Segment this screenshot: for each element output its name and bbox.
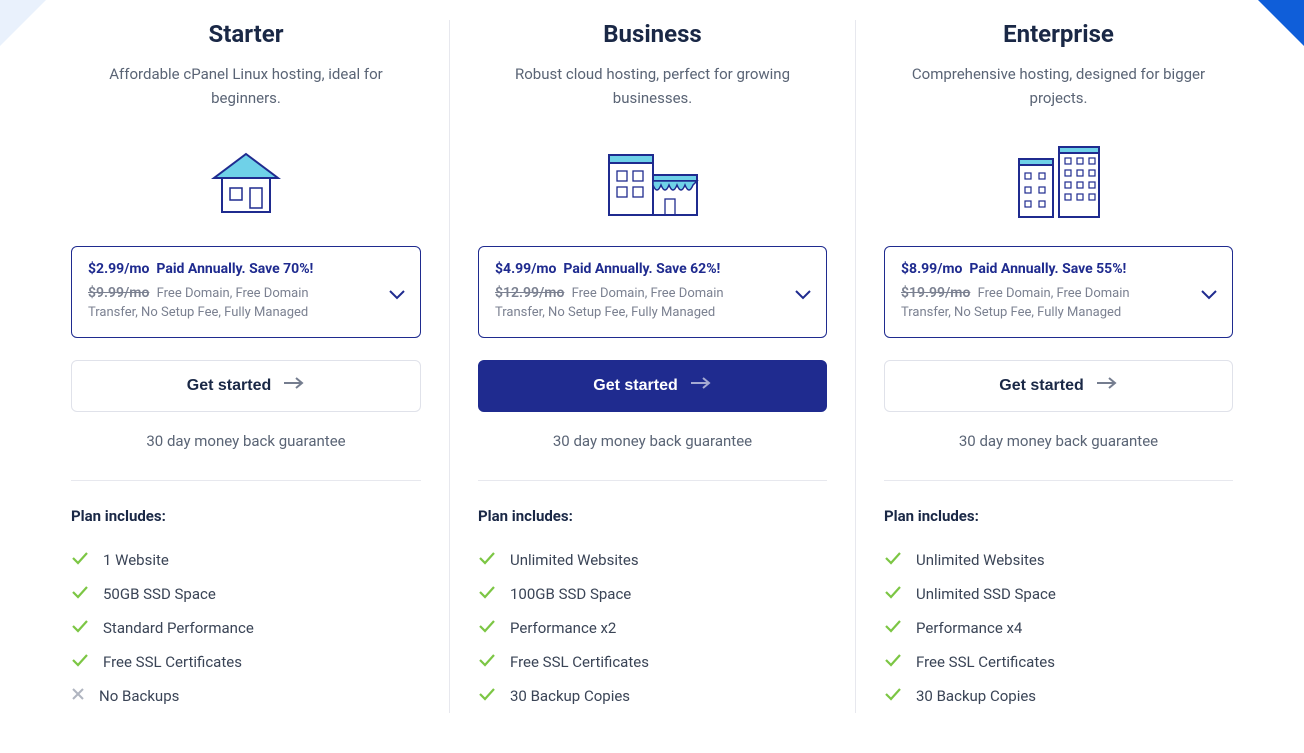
- cross-icon: [71, 687, 85, 705]
- old-price: $19.99/mo: [901, 285, 970, 301]
- feature-item: Standard Performance: [71, 611, 421, 645]
- check-icon: [884, 619, 902, 637]
- cta-label: Get started: [187, 377, 271, 395]
- price-value: $2.99/mo: [88, 261, 149, 277]
- old-price: $9.99/mo: [88, 285, 149, 301]
- feature-item: No Backups: [71, 679, 421, 713]
- feature-list: Unlimited Websites Unlimited SSD Space Per…: [884, 543, 1233, 713]
- price-selector[interactable]: $8.99/mo Paid Annually. Save 55%! $19.99/…: [884, 246, 1233, 338]
- feature-text: Performance x4: [916, 619, 1022, 637]
- includes-title: Plan includes:: [71, 507, 166, 525]
- feature-text: Standard Performance: [103, 619, 254, 637]
- check-icon: [478, 619, 496, 637]
- chevron-down-icon: [388, 285, 406, 304]
- plan-tagline: Robust cloud hosting, perfect for growin…: [488, 62, 818, 114]
- feature-item: Unlimited Websites: [884, 543, 1233, 577]
- plan-title: Starter: [209, 20, 284, 48]
- billing-label: Paid Annually. Save 55%!: [969, 261, 1126, 277]
- feature-item: Unlimited SSD Space: [884, 577, 1233, 611]
- get-started-button[interactable]: Get started: [478, 360, 827, 412]
- includes-title: Plan includes:: [478, 507, 573, 525]
- plan-illustration: [999, 138, 1119, 228]
- feature-text: No Backups: [99, 687, 179, 705]
- feature-text: 30 Backup Copies: [916, 687, 1036, 705]
- plan-title: Enterprise: [1003, 20, 1114, 48]
- includes-title: Plan includes:: [884, 507, 979, 525]
- plan-starter: Starter Affordable cPanel Linux hosting, …: [43, 20, 449, 713]
- plan-business: Business Robust cloud hosting, perfect fo…: [449, 20, 855, 713]
- check-icon: [884, 653, 902, 671]
- plan-illustration: [593, 138, 713, 228]
- feature-item: Unlimited Websites: [478, 543, 827, 577]
- feature-text: 1 Website: [103, 551, 169, 569]
- plan-tagline: Affordable cPanel Linux hosting, ideal f…: [81, 62, 411, 114]
- old-price: $12.99/mo: [495, 285, 564, 301]
- feature-text: Free SSL Certificates: [916, 653, 1055, 671]
- check-icon: [884, 551, 902, 569]
- check-icon: [71, 619, 89, 637]
- check-icon: [71, 585, 89, 603]
- chevron-down-icon: [1200, 285, 1218, 304]
- feature-item: 30 Backup Copies: [884, 679, 1233, 713]
- check-icon: [884, 687, 902, 705]
- feature-text: Free SSL Certificates: [510, 653, 649, 671]
- feature-text: 100GB SSD Space: [510, 585, 631, 603]
- plan-tagline: Comprehensive hosting, designed for bigg…: [894, 62, 1224, 114]
- guarantee-text: 30 day money back guarantee: [959, 432, 1158, 450]
- feature-item: Free SSL Certificates: [71, 645, 421, 679]
- check-icon: [71, 653, 89, 671]
- price-selector[interactable]: $2.99/mo Paid Annually. Save 70%! $9.99/m…: [71, 246, 421, 338]
- get-started-button[interactable]: Get started: [884, 360, 1233, 412]
- feature-item: 1 Website: [71, 543, 421, 577]
- check-icon: [478, 551, 496, 569]
- feature-text: 50GB SSD Space: [103, 585, 216, 603]
- plan-enterprise: Enterprise Comprehensive hosting, designe…: [855, 20, 1261, 713]
- check-icon: [71, 551, 89, 569]
- feature-text: Performance x2: [510, 619, 616, 637]
- check-icon: [478, 585, 496, 603]
- feature-text: Unlimited Websites: [916, 551, 1045, 569]
- divider: [71, 480, 421, 481]
- price-value: $8.99/mo: [901, 261, 962, 277]
- feature-item: Free SSL Certificates: [478, 645, 827, 679]
- guarantee-text: 30 day money back guarantee: [553, 432, 752, 450]
- feature-list: Unlimited Websites 100GB SSD Space Perform…: [478, 543, 827, 713]
- billing-label: Paid Annually. Save 70%!: [156, 261, 313, 277]
- feature-text: Free SSL Certificates: [103, 653, 242, 671]
- feature-item: Free SSL Certificates: [884, 645, 1233, 679]
- pricing-grid: Starter Affordable cPanel Linux hosting, …: [43, 20, 1261, 713]
- feature-item: 30 Backup Copies: [478, 679, 827, 713]
- chevron-down-icon: [794, 285, 812, 304]
- cta-label: Get started: [593, 377, 677, 395]
- check-icon: [884, 585, 902, 603]
- feature-text: 30 Backup Copies: [510, 687, 630, 705]
- feature-text: Unlimited SSD Space: [916, 585, 1056, 603]
- feature-item: 50GB SSD Space: [71, 577, 421, 611]
- divider: [478, 480, 827, 481]
- feature-item: 100GB SSD Space: [478, 577, 827, 611]
- corner-decor-right: [1258, 0, 1304, 46]
- get-started-button[interactable]: Get started: [71, 360, 421, 412]
- corner-decor-left: [0, 0, 46, 46]
- check-icon: [478, 687, 496, 705]
- feature-text: Unlimited Websites: [510, 551, 639, 569]
- cta-label: Get started: [999, 377, 1083, 395]
- divider: [884, 480, 1233, 481]
- arrow-right-icon: [690, 376, 712, 395]
- arrow-right-icon: [1096, 376, 1118, 395]
- plan-title: Business: [603, 20, 702, 48]
- feature-item: Performance x2: [478, 611, 827, 645]
- check-icon: [478, 653, 496, 671]
- plan-illustration: [186, 138, 306, 228]
- feature-item: Performance x4: [884, 611, 1233, 645]
- price-selector[interactable]: $4.99/mo Paid Annually. Save 62%! $12.99/…: [478, 246, 827, 338]
- arrow-right-icon: [283, 376, 305, 395]
- guarantee-text: 30 day money back guarantee: [146, 432, 345, 450]
- feature-list: 1 Website 50GB SSD Space Standard Performa…: [71, 543, 421, 713]
- billing-label: Paid Annually. Save 62%!: [563, 261, 720, 277]
- price-value: $4.99/mo: [495, 261, 556, 277]
